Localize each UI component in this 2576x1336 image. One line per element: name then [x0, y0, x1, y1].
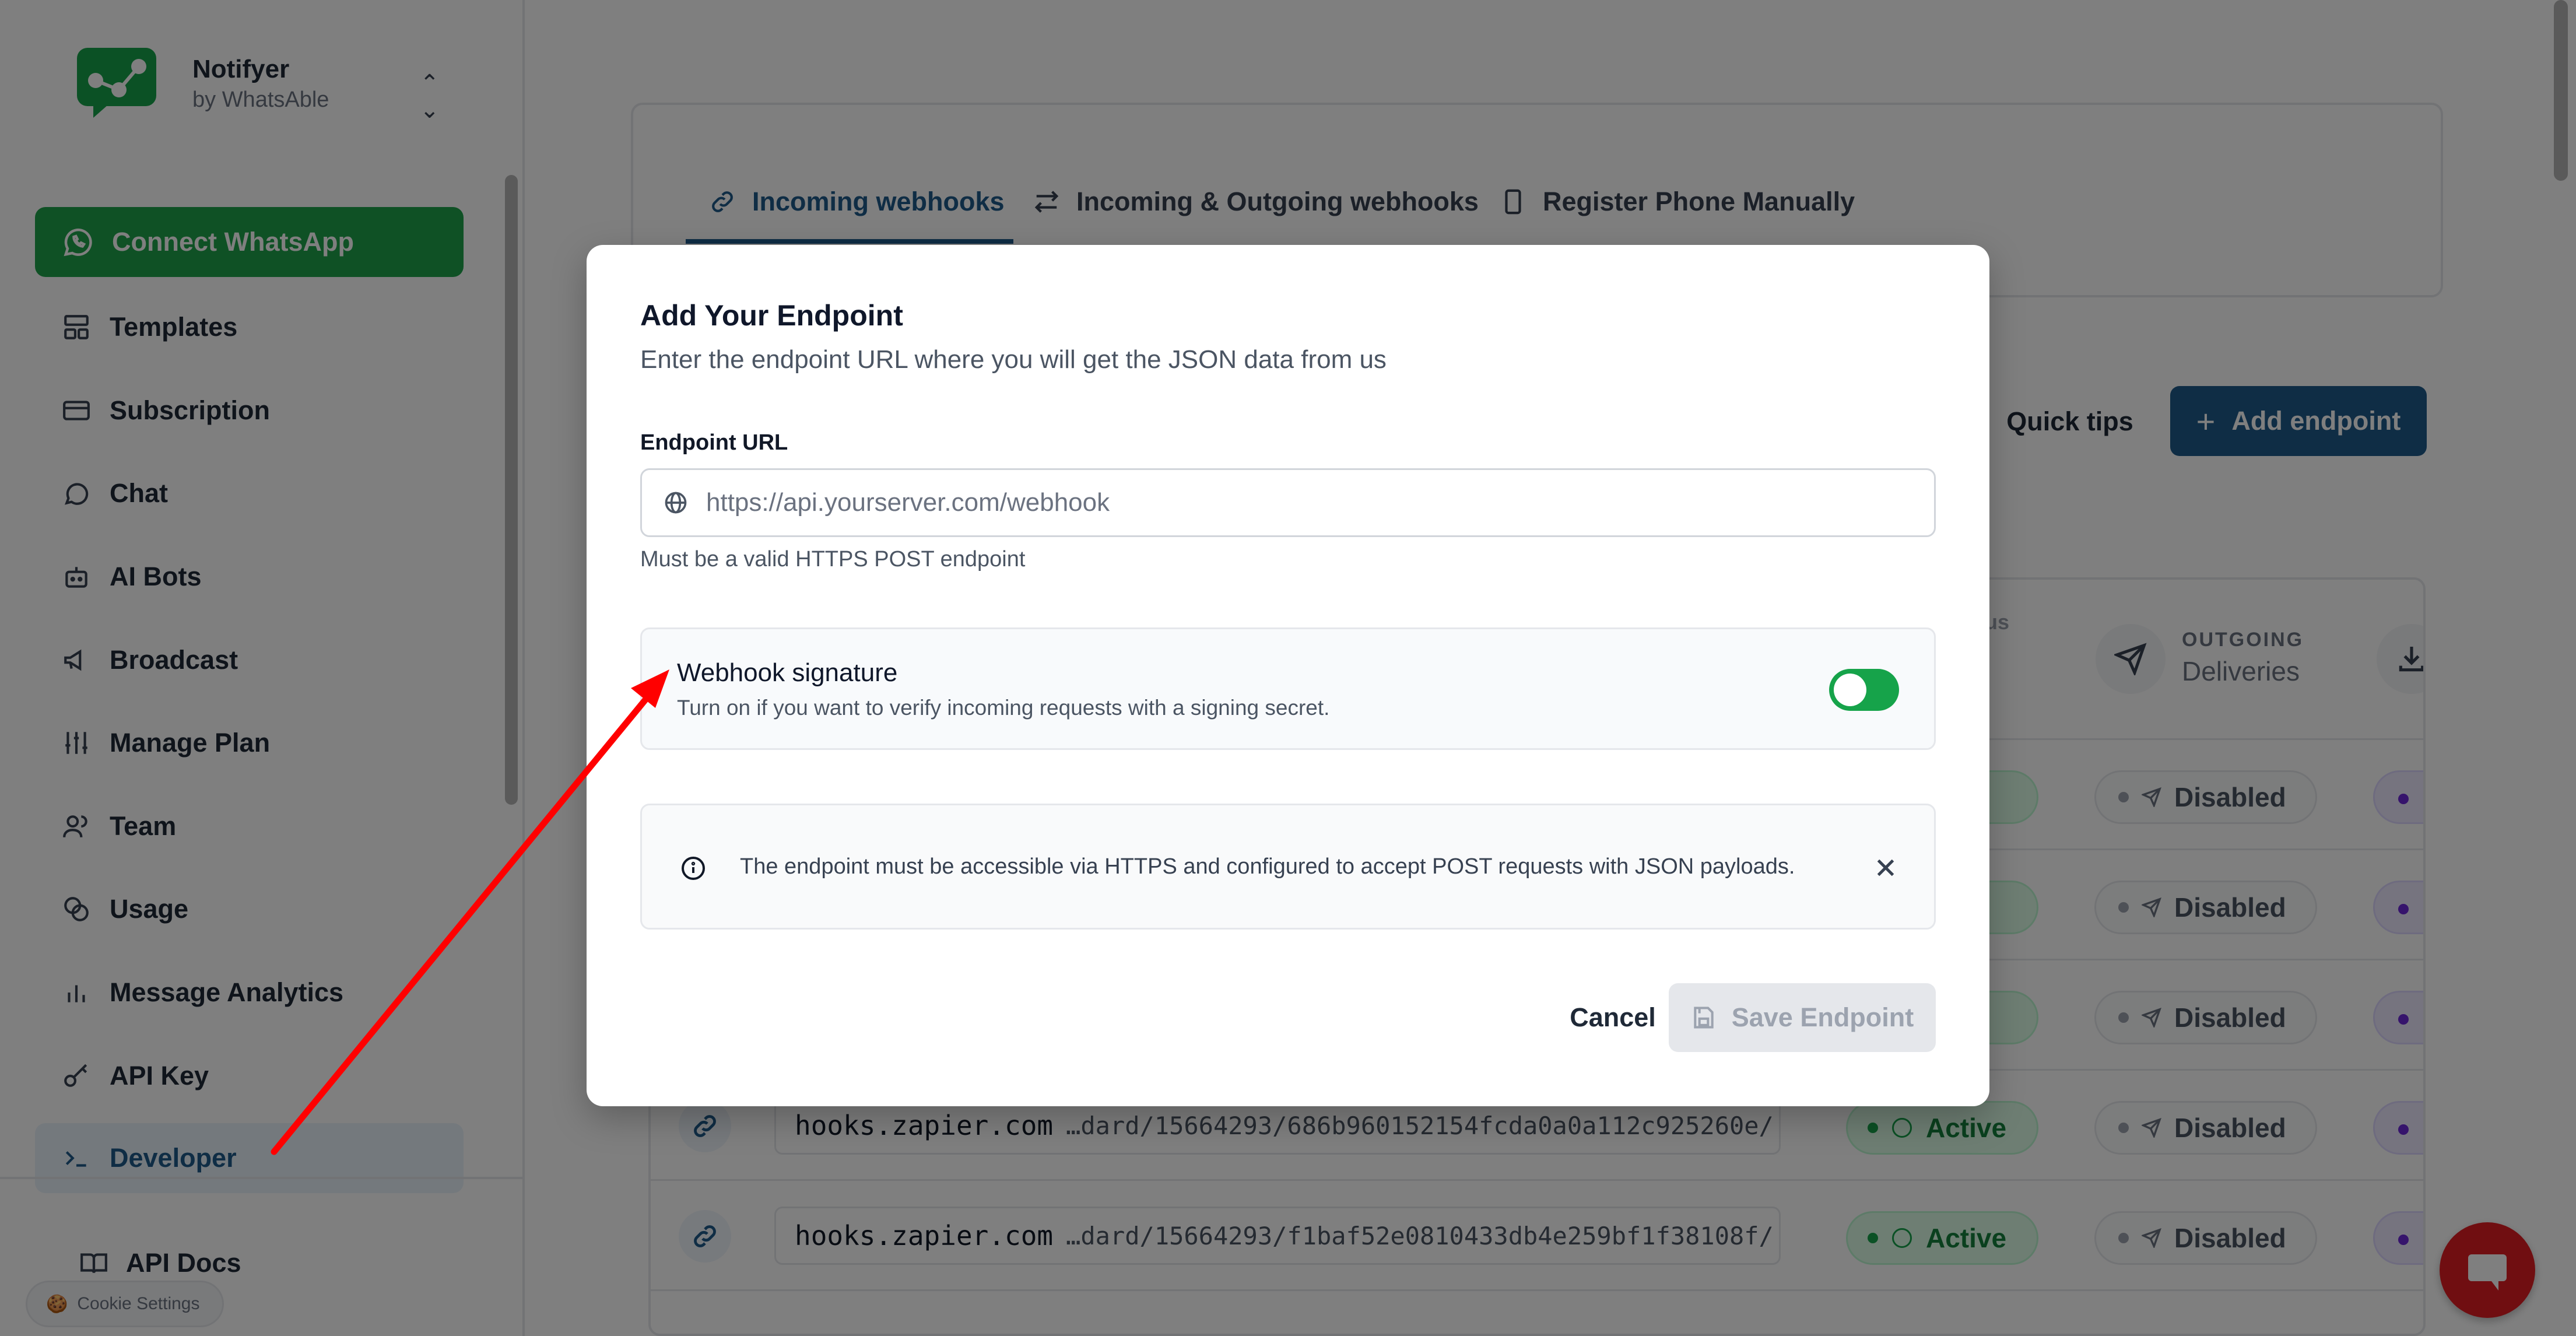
dialog-subtitle: Enter the endpoint URL where you will ge… [640, 345, 1387, 374]
globe-icon [665, 492, 687, 514]
info-icon [679, 854, 707, 882]
close-icon[interactable] [1871, 853, 1900, 882]
info-alert: The endpoint must be accessible via HTTP… [640, 804, 1936, 930]
info-text: The endpoint must be accessible via HTTP… [740, 854, 1795, 879]
signature-toggle[interactable] [1829, 669, 1899, 711]
webhook-signature-card: Webhook signature Turn on if you want to… [640, 627, 1936, 750]
endpoint-url-help: Must be a valid HTTPS POST endpoint [640, 547, 1026, 571]
endpoint-url-field[interactable] [640, 468, 1936, 537]
endpoint-url-label: Endpoint URL [640, 430, 788, 455]
save-endpoint-label: Save Endpoint [1731, 1002, 1914, 1032]
save-icon [1694, 1007, 1714, 1029]
signature-description: Turn on if you want to verify incoming r… [677, 696, 1330, 720]
dialog-title: Add Your Endpoint [640, 299, 903, 332]
add-endpoint-dialog: Add Your Endpoint Enter the endpoint URL… [587, 245, 1989, 1106]
signature-title: Webhook signature [677, 658, 898, 687]
save-endpoint-button[interactable]: Save Endpoint [1669, 983, 1936, 1052]
toggle-knob [1834, 674, 1866, 706]
endpoint-url-input[interactable] [706, 470, 1934, 535]
